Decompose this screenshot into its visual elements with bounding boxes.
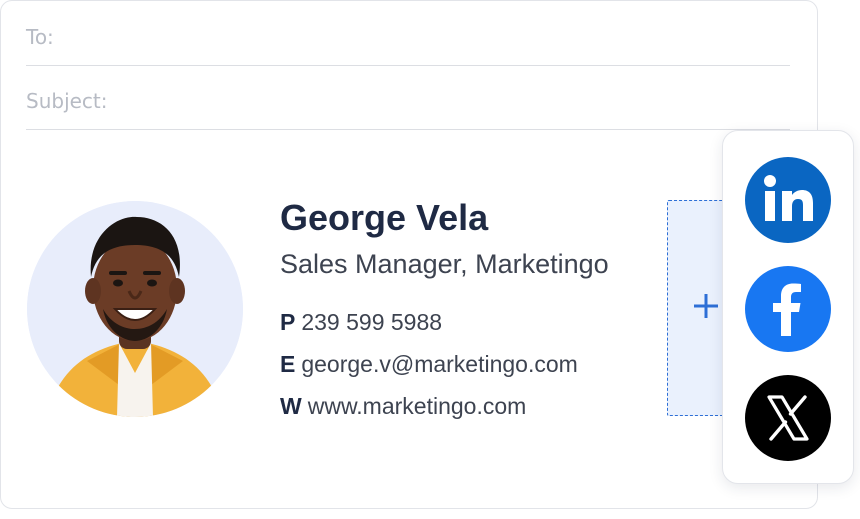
plus-icon[interactable] [692,292,720,320]
email-value: george.v@marketingo.com [301,351,578,377]
to-label: To: [26,25,54,49]
x-button[interactable] [745,375,831,461]
phone-prefix: P [280,309,296,335]
signature-phone: P 239 599 5988 [280,309,442,336]
facebook-button[interactable] [745,266,831,352]
to-field[interactable]: To: [26,2,790,66]
subject-field[interactable]: Subject: [26,66,790,130]
phone-value: 239 599 5988 [301,309,443,335]
web-prefix: W [280,393,302,419]
signature-name: George Vela [280,197,489,238]
signature-email: Egeorge.v@marketingo.com [280,351,578,378]
x-icon [767,395,809,441]
avatar [27,201,243,417]
linkedin-button[interactable] [745,157,831,243]
email-prefix: E [280,351,296,377]
person-photo [27,201,243,417]
website-value: www.marketingo.com [307,393,527,419]
to-input[interactable] [116,16,780,54]
signature-title: Sales Manager, Marketingo [280,249,609,279]
facebook-icon [773,283,801,336]
subject-input[interactable] [116,80,780,118]
signature-website: Wwww.marketingo.com [280,393,526,420]
subject-label: Subject: [26,89,108,113]
linkedin-icon [764,175,813,221]
